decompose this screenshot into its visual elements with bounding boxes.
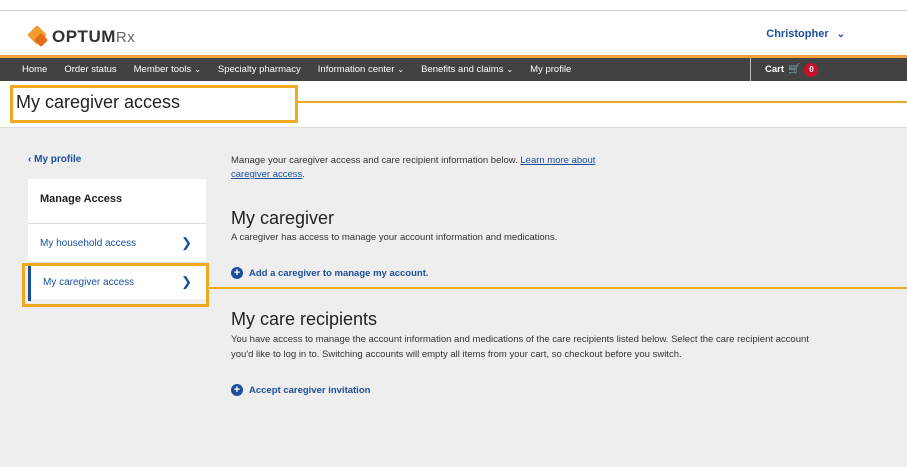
add-caregiver-label: Add a caregiver to manage my account. (249, 267, 429, 279)
title-callout-line (298, 101, 907, 103)
optum-logo-icon (27, 25, 50, 48)
nav-item-my-profile[interactable]: My profile (530, 64, 571, 75)
sidebar-item-household-access[interactable]: My household access ❯ (28, 224, 206, 262)
site-header: OPTUMRx Christopher ⌄ (0, 11, 907, 55)
main-content-area: ‹ My profile Manage Access My household … (0, 127, 907, 475)
chevron-down-icon: ⌄ (194, 65, 201, 74)
page-title: My caregiver access (16, 92, 181, 112)
care-recipients-description: You have access to manage the account in… (231, 334, 809, 360)
sidebar-callout-line (209, 287, 907, 289)
sidebar-item-label: My household access (40, 237, 137, 249)
cart-count-badge: 0 (804, 62, 819, 77)
optumrx-logo[interactable]: OPTUMRx (27, 25, 136, 48)
my-care-recipients-heading: My care recipients (231, 309, 378, 329)
nav-item-information-center[interactable]: Information center ⌄ (318, 64, 404, 75)
plus-circle-icon: + (231, 384, 243, 396)
active-item-highlight-box (22, 263, 209, 307)
accept-caregiver-invitation-button[interactable]: + Accept caregiver invitation (231, 384, 811, 396)
title-bar: My caregiver access (0, 81, 907, 127)
plus-circle-icon: + (231, 267, 243, 279)
back-to-my-profile-link[interactable]: ‹ My profile (28, 154, 81, 165)
sidebar-heading: Manage Access (40, 193, 123, 205)
main-navbar: Home Order status Member tools ⌄ Specialt… (0, 55, 907, 81)
nav-item-member-tools[interactable]: Member tools ⌄ (134, 64, 201, 75)
cart-button[interactable]: Cart 🛒 0 (750, 58, 819, 81)
user-name: Christopher (766, 28, 829, 40)
my-caregiver-heading: My caregiver (231, 208, 335, 228)
chevron-down-icon: ⌄ (397, 65, 405, 74)
add-caregiver-button[interactable]: + Add a caregiver to manage my account. (231, 267, 811, 279)
nav-item-home[interactable]: Home (22, 64, 47, 75)
chevron-right-icon: ❯ (181, 235, 192, 250)
user-menu[interactable]: Christopher ⌄ (766, 28, 845, 40)
nav-item-specialty-pharmacy[interactable]: Specialty pharmacy (218, 64, 301, 75)
cart-label: Cart (765, 64, 785, 75)
logo-text: OPTUMRx (52, 27, 136, 46)
nav-item-order-status[interactable]: Order status (64, 64, 116, 75)
page: OPTUMRx Christopher ⌄ Home Order status … (0, 0, 907, 475)
accept-invitation-label: Accept caregiver invitation (249, 384, 371, 396)
intro-text: Manage your caregiver access and care re… (231, 155, 596, 180)
cart-icon: 🛒 (788, 64, 801, 75)
chevron-down-icon: ⌄ (836, 28, 845, 40)
caregiver-content: Manage your caregiver access and care re… (231, 154, 811, 396)
caregiver-description: A caregiver has access to manage your ac… (231, 232, 558, 243)
nav-menu: Home Order status Member tools ⌄ Specialt… (22, 58, 588, 81)
bottom-strip (0, 467, 907, 475)
nav-item-benefits-claims[interactable]: Benefits and claims ⌄ (421, 64, 513, 75)
chevron-down-icon: ⌄ (506, 65, 514, 74)
